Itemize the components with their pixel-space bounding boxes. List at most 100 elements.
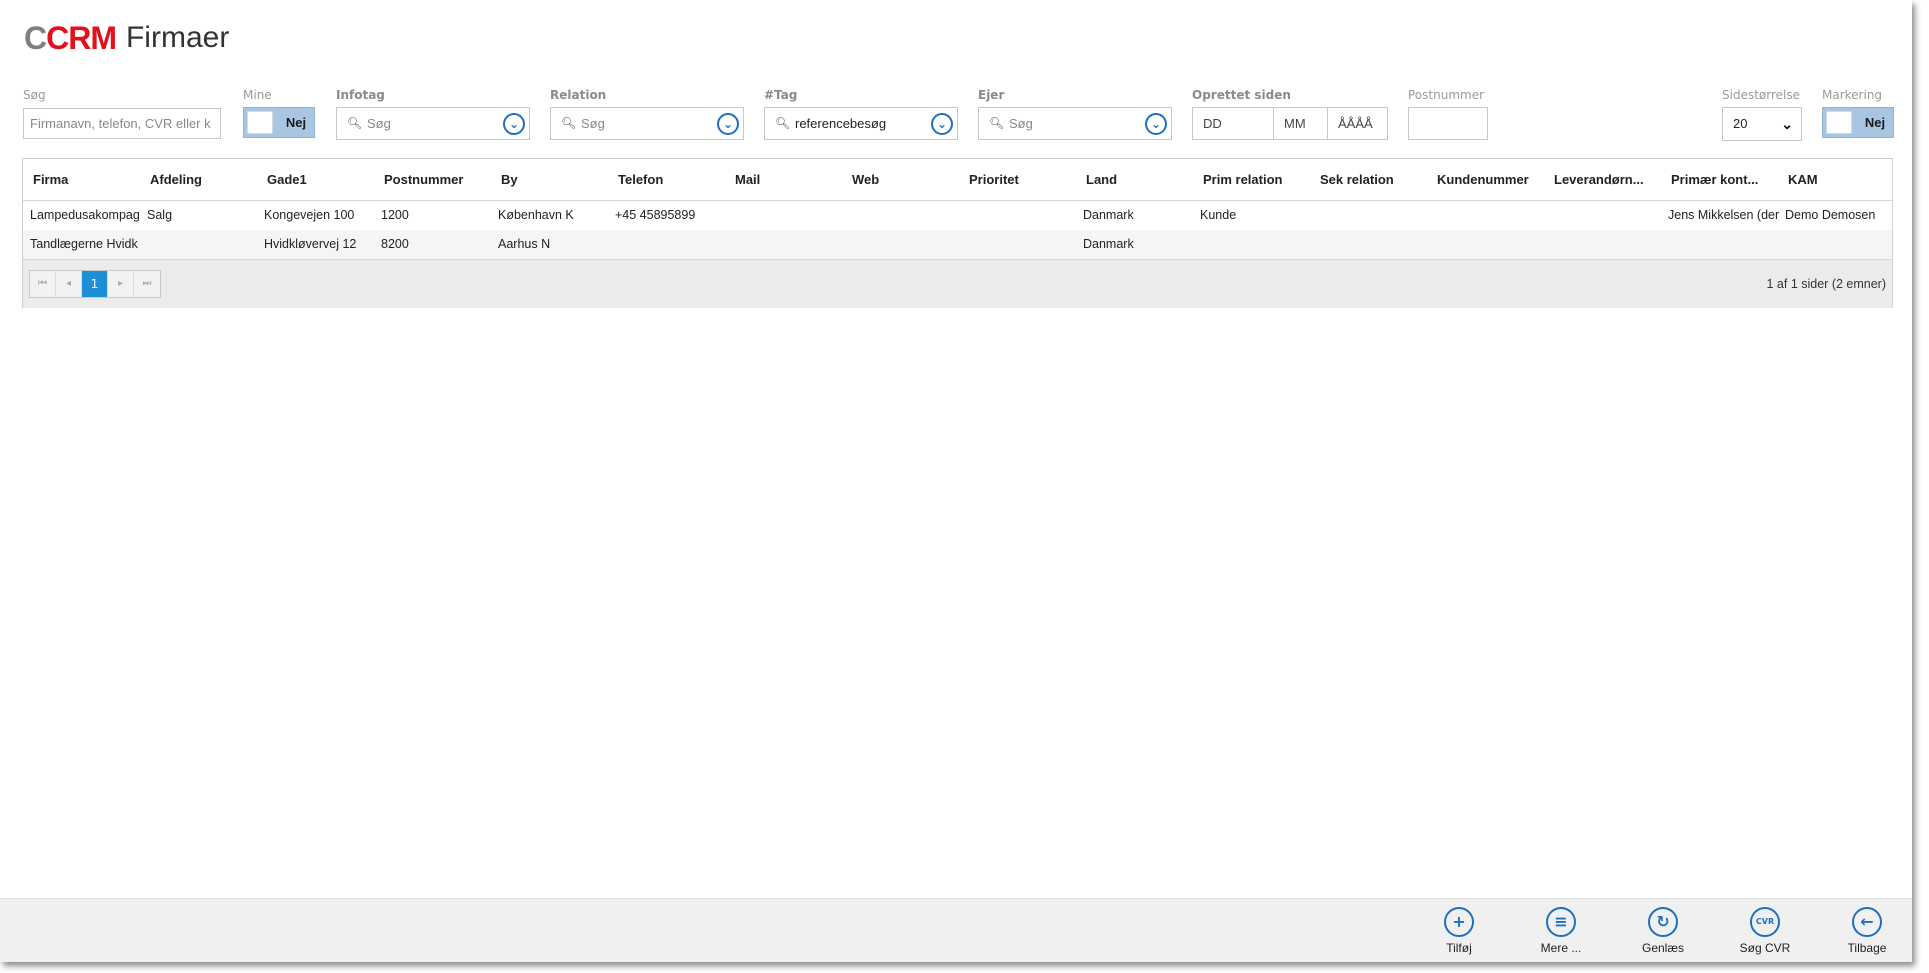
- app-window: C CRM Firmaer Søg Mine Infotag Relation …: [0, 0, 1912, 962]
- back-button[interactable]: ← Tilbage: [1827, 907, 1907, 955]
- search-cvr-button-label: Søg CVR: [1739, 941, 1791, 955]
- relation-label: Relation: [550, 88, 607, 102]
- chevron-down-icon[interactable]: ⌄: [1145, 113, 1167, 135]
- page-title: Firmaer: [125, 21, 230, 54]
- last-page-icon[interactable]: ⏭︎: [134, 271, 160, 297]
- relation-combo[interactable]: 🔍︎ Søg ⌄: [550, 107, 744, 140]
- search-label: Søg: [23, 88, 46, 102]
- tag-combo[interactable]: 🔍︎ referencebesøg ⌄: [764, 107, 958, 140]
- mine-toggle[interactable]: Nej: [243, 107, 315, 138]
- relation-input[interactable]: Søg: [581, 108, 605, 139]
- logo-c: C: [24, 19, 47, 56]
- more-button-label: Mere ...: [1540, 941, 1582, 955]
- infotag-label: Infotag: [336, 88, 385, 102]
- cell-by: Aarhus N: [498, 237, 551, 251]
- column-header-leverandornummer[interactable]: Leverandørn...: [1554, 159, 1664, 201]
- cell-kam: Demo Demosen: [1785, 208, 1876, 222]
- reload-button[interactable]: ↻ Genlæs: [1623, 907, 1703, 955]
- toggle-knob: [247, 111, 273, 134]
- first-page-icon[interactable]: ⏮︎: [30, 271, 56, 297]
- column-header-sek-relation[interactable]: Sek relation: [1320, 159, 1430, 201]
- reload-button-label: Genlæs: [1641, 941, 1685, 955]
- column-header-by[interactable]: By: [501, 159, 601, 201]
- page-size-select[interactable]: 20 ⌄: [1722, 107, 1802, 141]
- cell-by: København K: [498, 208, 574, 222]
- cell-primaer-kontakt: Jens Mikkelsen (der: [1668, 208, 1780, 222]
- cell-postnummer: 8200: [381, 237, 409, 251]
- cell-postnummer: 1200: [381, 208, 409, 222]
- menu-icon: ≡: [1546, 907, 1576, 937]
- mine-label: Mine: [243, 88, 272, 102]
- toggle-knob: [1826, 111, 1852, 134]
- search-input[interactable]: Firmanavn, telefon, CVR eller k: [23, 108, 221, 139]
- pager-page-button[interactable]: 1: [82, 271, 108, 297]
- date-day-input[interactable]: DD: [1192, 107, 1274, 140]
- cell-prim-relation: Kunde: [1200, 208, 1237, 222]
- column-header-kundenummer[interactable]: Kundenummer: [1437, 159, 1547, 201]
- infotag-input[interactable]: Søg: [367, 108, 391, 139]
- grid-header: Firma Afdeling Gade1 Postnummer By Telef…: [23, 159, 1892, 201]
- cell-land: Danmark: [1083, 208, 1134, 222]
- table-row[interactable]: Tandlægerne Hvidk Hvidkløvervej 12 8200 …: [23, 230, 1892, 259]
- page-size-value: 20: [1733, 116, 1748, 131]
- cell-gade1: Kongevejen 100: [264, 208, 355, 222]
- mine-toggle-label: Nej: [285, 115, 307, 130]
- plus-icon: +: [1444, 907, 1474, 937]
- date-month-input[interactable]: MM: [1273, 107, 1328, 140]
- column-header-prioritet[interactable]: Prioritet: [969, 159, 1069, 201]
- cvr-icon: CVR: [1750, 907, 1780, 937]
- pager-buttons: ⏮︎ ◂ 1 ▸ ⏭︎: [29, 270, 161, 298]
- logo-crm: CRM: [46, 19, 117, 56]
- chevron-down-icon[interactable]: ⌄: [503, 113, 525, 135]
- column-header-primaer-kontakt[interactable]: Primær kont...: [1671, 159, 1781, 201]
- back-button-label: Tilbage: [1847, 941, 1887, 955]
- markering-toggle[interactable]: Nej: [1822, 107, 1894, 138]
- markering-toggle-label: Nej: [1864, 115, 1886, 130]
- more-button[interactable]: ≡ Mere ...: [1521, 907, 1601, 955]
- company-grid: Firma Afdeling Gade1 Postnummer By Telef…: [22, 158, 1893, 308]
- postnummer-input[interactable]: [1408, 107, 1488, 140]
- column-header-telefon[interactable]: Telefon: [618, 159, 718, 201]
- chevron-down-icon[interactable]: ⌄: [717, 113, 739, 135]
- search-icon: 🔍︎: [561, 116, 577, 130]
- ejer-label: Ejer: [978, 88, 1005, 102]
- column-header-firma[interactable]: Firma: [33, 159, 133, 201]
- add-button[interactable]: + Tilføj: [1419, 907, 1499, 955]
- column-header-prim-relation[interactable]: Prim relation: [1203, 159, 1313, 201]
- cell-firma: Lampedusakompag: [30, 208, 140, 222]
- bottom-action-bar: + Tilføj ≡ Mere ... ↻ Genlæs CVR Søg CVR…: [0, 898, 1912, 962]
- grid-pager: ⏮︎ ◂ 1 ▸ ⏭︎ 1 af 1 sider (2 emner): [23, 259, 1892, 308]
- search-icon: 🔍︎: [775, 116, 791, 130]
- tag-input[interactable]: referencebesøg: [795, 108, 886, 139]
- column-header-mail[interactable]: Mail: [735, 159, 835, 201]
- oprettet-label: Oprettet siden: [1192, 88, 1291, 102]
- postnummer-label: Postnummer: [1408, 88, 1485, 102]
- ejer-combo[interactable]: 🔍︎ Søg ⌄: [978, 107, 1172, 140]
- next-page-icon[interactable]: ▸: [108, 271, 134, 297]
- add-button-label: Tilføj: [1446, 941, 1472, 955]
- search-cvr-button[interactable]: CVR Søg CVR: [1725, 907, 1805, 955]
- search-icon: 🔍︎: [989, 116, 1005, 130]
- prev-page-icon[interactable]: ◂: [56, 271, 82, 297]
- ejer-input[interactable]: Søg: [1009, 108, 1033, 139]
- column-header-afdeling[interactable]: Afdeling: [150, 159, 250, 201]
- markering-label: Markering: [1822, 88, 1883, 102]
- column-header-postnummer[interactable]: Postnummer: [384, 159, 494, 201]
- cell-land: Danmark: [1083, 237, 1134, 251]
- chevron-down-icon[interactable]: ⌄: [931, 113, 953, 135]
- chevron-down-icon: ⌄: [1781, 116, 1793, 132]
- sidestorrelse-label: Sidestørrelse: [1722, 88, 1800, 102]
- search-icon: 🔍︎: [347, 116, 363, 130]
- date-year-input[interactable]: ÅÅÅÅ: [1327, 107, 1388, 140]
- cell-afdeling: Salg: [147, 208, 173, 222]
- app-logo: C CRM Firmaer: [24, 18, 229, 58]
- infotag-combo[interactable]: 🔍︎ Søg ⌄: [336, 107, 530, 140]
- column-header-web[interactable]: Web: [852, 159, 952, 201]
- cell-firma: Tandlægerne Hvidk: [30, 237, 138, 251]
- column-header-gade1[interactable]: Gade1: [267, 159, 367, 201]
- column-header-kam[interactable]: KAM: [1788, 159, 1888, 201]
- tag-label: #Tag: [764, 88, 798, 102]
- column-header-land[interactable]: Land: [1086, 159, 1186, 201]
- table-row[interactable]: Lampedusakompag Salg Kongevejen 100 1200…: [23, 201, 1892, 230]
- cell-gade1: Hvidkløvervej 12: [264, 237, 357, 251]
